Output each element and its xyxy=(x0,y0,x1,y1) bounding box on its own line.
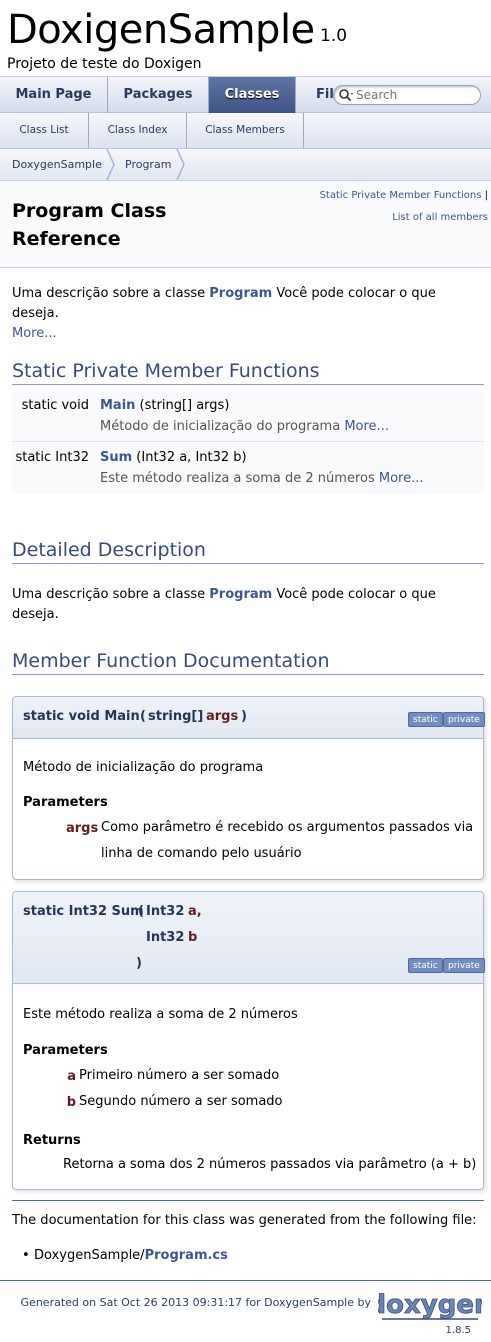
member-more-link[interactable]: More... xyxy=(344,419,389,434)
section-heading-detailed: Detailed Description xyxy=(12,539,484,564)
member-desc: Este método realiza a soma de 2 números … xyxy=(100,471,424,486)
returns-heading: Returns xyxy=(23,1133,81,1148)
summary-separator: | xyxy=(484,190,488,201)
prototype-close-paren: ) xyxy=(136,956,142,971)
param-name: a xyxy=(67,1069,76,1084)
summary-link-all-members[interactable]: List of all members xyxy=(392,212,488,223)
prototype-param-name: b xyxy=(188,930,198,945)
param-text: Como parâmetro é recebido os argumentos … xyxy=(101,815,473,867)
parameters-heading: Parameters xyxy=(23,795,108,810)
member-args: (string[] args) xyxy=(135,398,230,413)
prototype-param-type: Int32 xyxy=(146,930,185,945)
prototype-close-paren: ) xyxy=(241,709,247,724)
generated-from-text: The documentation for this class was gen… xyxy=(12,1213,477,1228)
param-text: Primeiro número a ser somado xyxy=(79,1068,280,1083)
doxygen-version: 1.8.5 xyxy=(445,1325,471,1336)
member-desc: Método de inicialização do programa More… xyxy=(100,419,389,434)
divider xyxy=(12,1200,484,1201)
doxygen-logo-text: doxygen xyxy=(378,1290,482,1320)
member-signature: Sum (Int32 a, Int32 b) xyxy=(100,450,247,465)
tab-class-members[interactable]: Class Members xyxy=(187,113,304,148)
summary-link-static-private[interactable]: Static Private Member Functions xyxy=(320,190,482,201)
tab-classes[interactable]: Classes xyxy=(209,77,296,113)
param-text: Segundo número a ser somado xyxy=(79,1094,283,1109)
param-text-line: Como parâmetro é recebido os argumentos … xyxy=(101,820,474,835)
label-static: static xyxy=(408,712,443,727)
section-heading-static-private: Static Private Member Functions xyxy=(12,360,484,385)
breadcrumb-doxygensample[interactable]: DoxygenSample xyxy=(12,149,102,180)
member-more-link[interactable]: More... xyxy=(379,471,424,486)
footer-generated: Generated on Sat Oct 26 2013 09:31:17 fo… xyxy=(20,1296,371,1309)
tab-packages[interactable]: Packages xyxy=(108,77,209,113)
doxygen-logo[interactable]: doxygen xyxy=(378,1288,482,1322)
member-return-type: static Int32 xyxy=(15,450,89,465)
tab-class-index[interactable]: Class Index xyxy=(89,113,187,148)
member-signature: Main (string[] args) xyxy=(100,398,229,413)
file-list-item: • DoxygenSample/Program.cs xyxy=(22,1246,228,1266)
param-name: args xyxy=(66,821,99,836)
member-doc-text: Este método realiza a soma de 2 números xyxy=(23,1007,298,1022)
member-desc-text: Este método realiza a soma de 2 números xyxy=(100,471,379,486)
page-title: Program Class Reference xyxy=(12,200,167,250)
breadcrumb: DoxygenSample Program xyxy=(0,149,491,181)
file-link-program-cs[interactable]: Program.cs xyxy=(145,1248,228,1263)
member-doc-main: static void Main ( string[] args ) stati… xyxy=(12,696,485,880)
tab-main-page[interactable]: Main Page xyxy=(0,77,108,113)
project-number: 1.0 xyxy=(320,26,348,46)
page-header: Static Private Member Functions | List o… xyxy=(0,181,491,268)
member-return-type: static void xyxy=(21,398,89,413)
detailed-program-link[interactable]: Program xyxy=(209,587,272,602)
member-prototype: static void Main ( string[] args ) stati… xyxy=(13,697,485,739)
project-name: DoxigenSample xyxy=(7,7,315,53)
prototype-name: static void Main xyxy=(23,709,140,724)
returns-text: Retorna a soma dos 2 números passados vi… xyxy=(63,1157,477,1172)
detailed-description: Uma descrição sobre a classe Program Voc… xyxy=(12,585,484,625)
bullet-icon: • xyxy=(22,1248,30,1263)
member-desc-text: Método de inicialização do programa xyxy=(100,419,345,434)
parameters-heading: Parameters xyxy=(23,1043,108,1058)
table-row: static void Main (string[] args) Método … xyxy=(12,390,484,442)
param-text-line: linha de comando pelo usuário xyxy=(101,846,302,861)
prototype-open-paren: ( xyxy=(140,709,146,724)
label-private: private xyxy=(443,712,485,727)
project-brief: Projeto de teste do Doxigen xyxy=(7,56,202,72)
member-doc-text: Método de inicialização do programa xyxy=(23,760,264,775)
search-input[interactable] xyxy=(356,88,476,102)
prototype-param-name: args xyxy=(206,709,239,724)
prototype-open-paren: ( xyxy=(138,904,144,919)
brief-more-link[interactable]: More... xyxy=(12,326,57,341)
member-doc-sum: static Int32 Sum ( Int32 a, Int32 b ) st… xyxy=(12,891,485,1190)
main-tabs: Main Page Packages Classes Fil xyxy=(0,76,491,113)
section-heading-member-doc: Member Function Documentation xyxy=(12,650,484,675)
search-icon[interactable] xyxy=(338,88,354,105)
member-table: static void Main (string[] args) Método … xyxy=(12,390,484,494)
member-link-sum[interactable]: Sum xyxy=(100,450,132,465)
brief-text-before: Uma descrição sobre a classe xyxy=(12,286,210,301)
search-box[interactable] xyxy=(333,85,481,105)
file-prefix: DoxygenSample/ xyxy=(34,1248,145,1263)
label-private: private xyxy=(443,958,485,973)
brief-program-link[interactable]: Program xyxy=(209,286,272,301)
footer-divider xyxy=(0,1280,491,1281)
breadcrumb-program[interactable]: Program xyxy=(125,149,171,180)
table-row: static Int32 Sum (Int32 a, Int32 b) Este… xyxy=(12,442,484,494)
tab-class-list[interactable]: Class List xyxy=(0,113,89,148)
prototype-param-name: a, xyxy=(188,904,202,919)
member-link-main[interactable]: Main xyxy=(100,398,135,413)
prototype-param-type: string[] xyxy=(148,709,204,724)
brief-description: Uma descrição sobre a classe Program Voc… xyxy=(12,284,484,344)
detailed-text-before: Uma descrição sobre a classe xyxy=(12,587,210,602)
breadcrumb-separator-icon xyxy=(106,149,115,180)
prototype-param-type: Int32 xyxy=(146,904,185,919)
header-summary: Static Private Member Functions | List o… xyxy=(320,185,488,229)
prototype-name: static Int32 Sum xyxy=(23,904,144,919)
title-area: DoxigenSample 1.0 Projeto de teste do Do… xyxy=(0,0,491,76)
member-args: (Int32 a, Int32 b) xyxy=(132,450,247,465)
label-static: static xyxy=(408,958,443,973)
param-name: b xyxy=(66,1095,76,1110)
member-prototype: static Int32 Sum ( Int32 a, Int32 b ) st… xyxy=(13,892,485,984)
breadcrumb-separator-icon xyxy=(176,149,185,180)
sub-tabs: Class List Class Index Class Members xyxy=(0,113,491,149)
